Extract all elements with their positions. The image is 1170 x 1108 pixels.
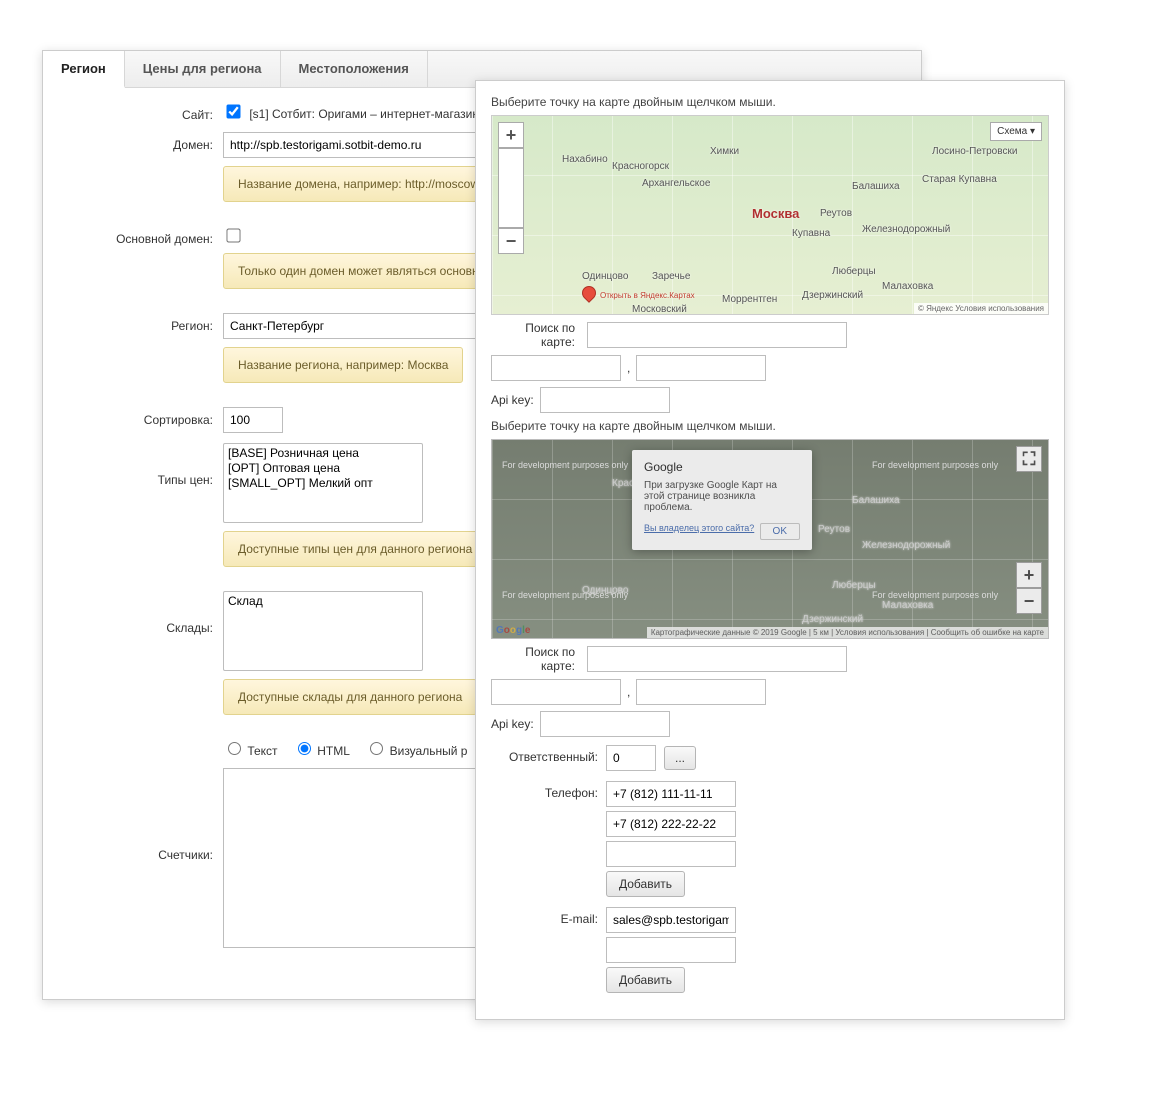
yandex-coord-1-input[interactable] — [491, 355, 621, 381]
phone-input-3[interactable] — [606, 841, 736, 867]
google-ok-button[interactable]: OK — [760, 523, 800, 540]
yandex-apikey-input[interactable] — [540, 387, 670, 413]
google-error-popup: Google При загрузке Google Карт на этой … — [632, 450, 812, 550]
price-types-label: Типы цен: — [63, 443, 223, 487]
region-label: Регион: — [63, 313, 223, 333]
google-logo: Google — [496, 625, 530, 636]
sort-input[interactable] — [223, 407, 283, 433]
zoom-out-icon[interactable]: − — [1016, 588, 1042, 614]
yandex-map-instruction: Выберите точку на карте двойным щелчком … — [491, 95, 1049, 109]
zoom-out-icon[interactable]: − — [498, 228, 524, 254]
phone-input-1[interactable] — [606, 781, 736, 807]
responsible-label: Ответственный: — [491, 745, 606, 771]
region-hint: Название региона, например: Москва — [223, 347, 463, 383]
zoom-in-icon[interactable]: + — [498, 122, 524, 148]
city-label: Реутов — [820, 208, 852, 219]
map-schema-button[interactable]: Схема ▾ — [990, 122, 1042, 141]
city-label: Одинцово — [582, 585, 628, 596]
google-popup-text: При загрузке Google Карт на этой страниц… — [644, 480, 800, 513]
phone-label: Телефон: — [491, 781, 606, 897]
sort-label: Сортировка: — [63, 407, 223, 427]
counters-radio-text[interactable]: Текст — [223, 744, 278, 758]
main-domain-label: Основной домен: — [63, 226, 223, 246]
city-center: Москва — [752, 206, 799, 221]
domain-label: Домен: — [63, 132, 223, 152]
price-types-select[interactable]: [BASE] Розничная цена [OPT] Оптовая цена… — [223, 443, 423, 523]
zoom-in-icon[interactable]: + — [1016, 562, 1042, 588]
dev-watermark: For development purposes only — [502, 460, 628, 470]
yandex-coord-2-input[interactable] — [636, 355, 766, 381]
domain-hint: Название домена, например: http://moscow… — [223, 166, 507, 202]
google-apikey-input[interactable] — [540, 711, 670, 737]
site-label: Сайт: — [63, 102, 223, 122]
city-label: Дзержинский — [802, 614, 863, 625]
city-label: Люберцы — [832, 266, 876, 277]
site-checkbox[interactable] — [226, 104, 240, 118]
google-map[interactable]: For development purposes only For develo… — [491, 439, 1049, 639]
city-label: Архангельское — [642, 178, 710, 189]
city-label: Малаховка — [882, 600, 933, 611]
city-label: Заречье — [652, 271, 690, 282]
google-map-instruction: Выберите точку на карте двойным щелчком … — [491, 419, 1049, 433]
city-label: Лосино-Петровски — [932, 146, 1017, 157]
city-label: Железнодорожный — [862, 540, 950, 551]
yandex-map[interactable]: Схема ▾ + − Москва Химки Балашиха Люберц… — [491, 115, 1049, 315]
email-label: E-mail: — [491, 907, 606, 993]
city-label: Люберцы — [832, 580, 876, 591]
email-input-2[interactable] — [606, 937, 736, 963]
city-label: Нахабино — [562, 154, 608, 165]
phone-input-2[interactable] — [606, 811, 736, 837]
google-owner-link[interactable]: Вы владелец этого сайта? — [644, 523, 754, 533]
responsible-browse-button[interactable]: ... — [664, 746, 696, 770]
stores-label: Склады: — [63, 591, 223, 635]
tab-location[interactable]: Местоположения — [281, 51, 428, 87]
stores-hint: Доступные склады для данного региона — [223, 679, 477, 715]
city-label: Старая Купавна — [922, 174, 997, 185]
city-label: Химки — [710, 146, 739, 157]
main-domain-hint: Только один домен может являться основны… — [223, 253, 511, 289]
tab-region[interactable]: Регион — [43, 51, 125, 88]
email-input-1[interactable] — [606, 907, 736, 933]
google-apikey-label: Api key: — [491, 717, 534, 731]
add-phone-button[interactable]: Добавить — [606, 871, 685, 897]
google-coord-2-input[interactable] — [636, 679, 766, 705]
city-label: Реутов — [818, 524, 850, 535]
city-label: Красногорск — [612, 161, 669, 172]
yandex-apikey-label: Api key: — [491, 393, 534, 407]
google-search-input[interactable] — [587, 646, 847, 672]
zoom-slider[interactable] — [498, 148, 524, 228]
city-label: Дзержинский — [802, 290, 863, 301]
google-attrib: Картографические данные © 2019 Google | … — [647, 627, 1048, 638]
counters-radio-html[interactable]: HTML — [293, 744, 350, 758]
city-label: Малаховка — [882, 281, 933, 292]
google-search-label: Поиск по карте: — [491, 645, 581, 673]
dev-watermark: For development purposes only — [872, 460, 998, 470]
city-label: Московский — [632, 304, 687, 315]
city-label: Одинцово — [582, 271, 628, 282]
city-label: Моррентген — [722, 294, 777, 305]
city-label: Балашиха — [852, 495, 900, 506]
counters-radio-visual[interactable]: Визуальный р — [365, 744, 467, 758]
dev-watermark: For development purposes only — [872, 590, 998, 600]
price-types-hint: Доступные типы цен для данного региона — [223, 531, 487, 567]
main-domain-checkbox[interactable] — [226, 228, 240, 242]
yandex-search-input[interactable] — [587, 322, 847, 348]
city-label: Купавна — [792, 228, 830, 239]
fullscreen-icon[interactable]: ⛶ — [1016, 446, 1042, 472]
yandex-attrib: © Яндекс Условия использования — [914, 303, 1048, 314]
map-contacts-panel: Выберите точку на карте двойным щелчком … — [475, 80, 1065, 1020]
site-value: [s1] Сотбит: Оригами – интернет-магазин — [249, 107, 479, 121]
google-popup-header: Google — [644, 460, 800, 474]
city-label: Балашиха — [852, 181, 900, 192]
counters-label: Счетчики: — [63, 768, 223, 862]
yandex-search-label: Поиск по карте: — [491, 321, 581, 349]
city-label: Железнодорожный — [862, 224, 950, 235]
tab-prices[interactable]: Цены для региона — [125, 51, 281, 87]
open-in-yandex-link[interactable]: Открыть в Яндекс.Картах — [600, 291, 695, 300]
google-coord-1-input[interactable] — [491, 679, 621, 705]
add-email-button[interactable]: Добавить — [606, 967, 685, 993]
stores-select[interactable]: Склад — [223, 591, 423, 671]
responsible-input[interactable] — [606, 745, 656, 771]
